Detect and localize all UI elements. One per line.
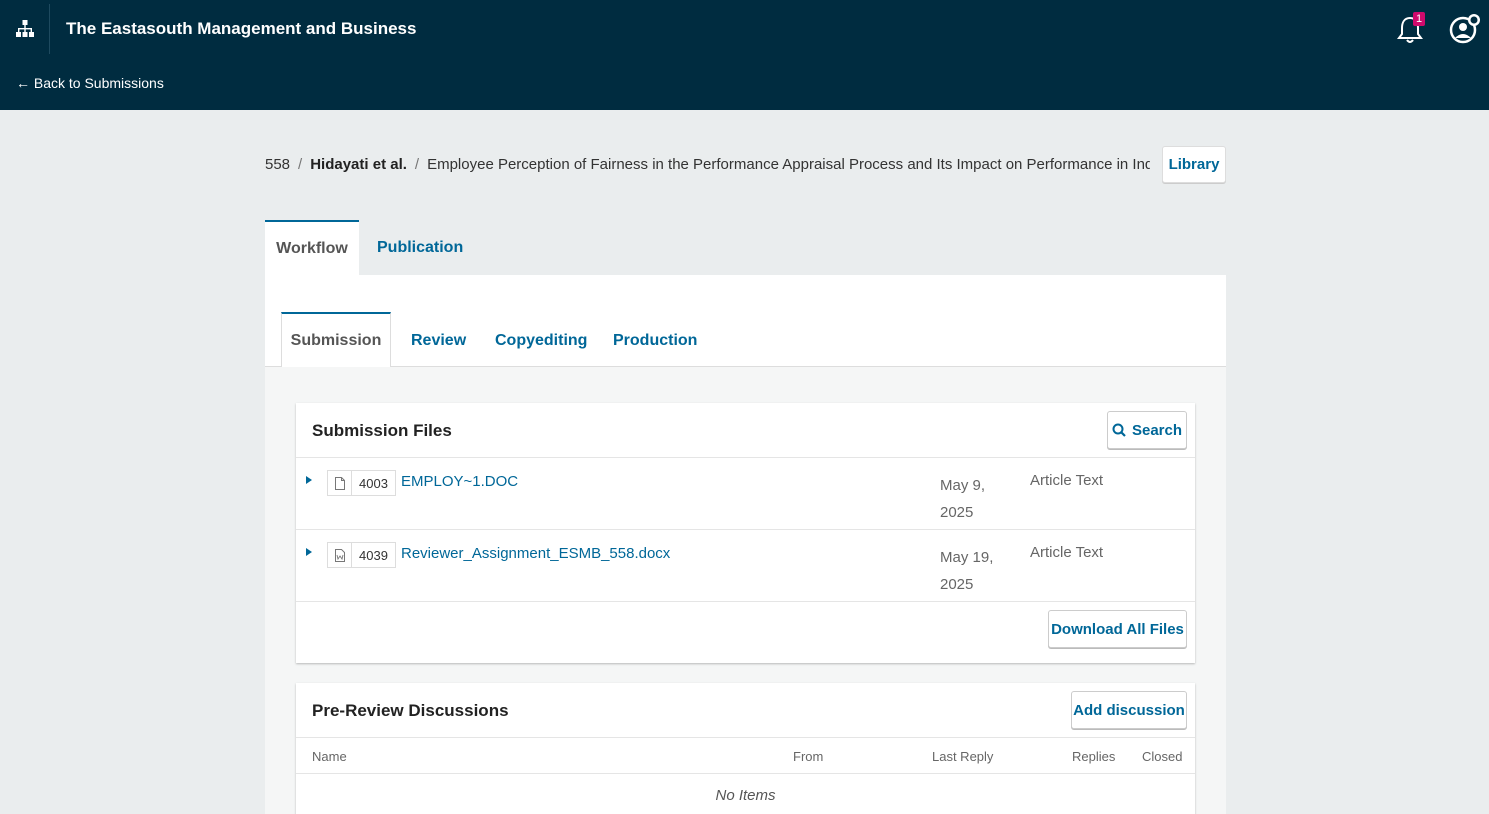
tab-publication[interactable]: Publication — [377, 239, 463, 257]
submission-title: Employee Perception of Fairness in the P… — [427, 156, 1150, 173]
search-files-button[interactable]: Search — [1107, 411, 1187, 449]
pre-review-discussions-panel: Pre-Review Discussions Add discussion Na… — [296, 683, 1195, 814]
discussions-header: Pre-Review Discussions Add discussion — [296, 683, 1195, 738]
tab-copyediting[interactable]: Copyediting — [495, 332, 587, 350]
site-switcher-icon[interactable] — [0, 4, 50, 54]
file-date-line2: 2025 — [940, 576, 974, 593]
submission-files-panel: Submission Files Search 4003 EMPLOY~1.DO… — [296, 403, 1195, 663]
file-id: 4039 — [359, 547, 388, 563]
empty-list-message: No Items — [715, 787, 776, 804]
column-from: From — [793, 749, 824, 764]
tab-submission[interactable]: Submission — [281, 312, 391, 368]
tab-review[interactable]: Review — [411, 332, 466, 350]
site-title-link[interactable]: The Eastasouth Management and Business — [66, 19, 416, 39]
search-icon — [1112, 423, 1126, 437]
discussions-column-headers: Name From Last Reply Replies Closed — [296, 738, 1195, 774]
column-name: Name — [312, 749, 347, 764]
submission-id: 558 — [265, 156, 291, 173]
library-button[interactable]: Library — [1162, 146, 1226, 183]
add-discussion-button[interactable]: Add discussion — [1071, 691, 1187, 729]
file-name-link[interactable]: EMPLOY~1.DOC — [401, 473, 518, 490]
breadcrumb: 558 / Hidayati et al. / Employee Perception … — [265, 156, 1150, 173]
download-all-files-button[interactable]: Download All Files — [1048, 610, 1187, 648]
file-row: 4039 Reviewer_Assignment_ESMB_558.docx M… — [296, 530, 1195, 602]
breadcrumb-separator: / — [298, 156, 303, 173]
file-date-line1: May 9, — [940, 477, 986, 494]
file-id-badge: 4003 — [327, 470, 396, 496]
file-name-link[interactable]: Reviewer_Assignment_ESMB_558.docx — [401, 545, 670, 562]
word-file-icon — [328, 543, 352, 567]
file-id-badge: 4039 — [327, 542, 396, 568]
tab-production[interactable]: Production — [613, 332, 697, 350]
column-replies: Replies — [1072, 749, 1116, 764]
column-last-reply: Last Reply — [932, 749, 994, 764]
file-icon — [328, 471, 352, 495]
file-date-line2: 2025 — [940, 504, 974, 521]
file-row: 4003 EMPLOY~1.DOC May 9, 2025 Article Te… — [296, 458, 1195, 530]
user-account-icon[interactable] — [1449, 12, 1483, 46]
app-header: The Eastasouth Management and Business 1… — [0, 0, 1489, 110]
breadcrumb-separator: / — [414, 156, 420, 173]
notification-count-badge: 1 — [1413, 12, 1426, 26]
workflow-panel: Submission Review Copyediting Production… — [265, 275, 1226, 814]
submission-files-header: Submission Files Search — [296, 403, 1195, 458]
submission-files-title: Submission Files — [312, 421, 452, 440]
back-to-submissions-link[interactable]: ← Back to Submissions — [16, 75, 164, 91]
expand-caret-icon[interactable] — [306, 476, 312, 484]
column-closed: Closed — [1142, 749, 1183, 764]
tab-workflow[interactable]: Workflow — [265, 220, 359, 276]
expand-caret-icon[interactable] — [306, 548, 312, 556]
file-type: Article Text — [1030, 472, 1104, 489]
search-files-label: Search — [1131, 421, 1183, 439]
file-type: Article Text — [1030, 544, 1104, 561]
file-id: 4003 — [359, 475, 388, 491]
header-top-bar: The Eastasouth Management and Business 1 — [0, 0, 1489, 58]
submission-authors: Hidayati et al. — [310, 156, 407, 173]
file-date: May 9, 2025 — [940, 472, 1000, 526]
file-date-line1: May 19, — [940, 549, 994, 566]
file-date: May 19, 2025 — [940, 544, 1000, 598]
discussions-title: Pre-Review Discussions — [312, 701, 509, 720]
stage-tabs: Submission Review Copyediting Production — [265, 275, 1226, 368]
